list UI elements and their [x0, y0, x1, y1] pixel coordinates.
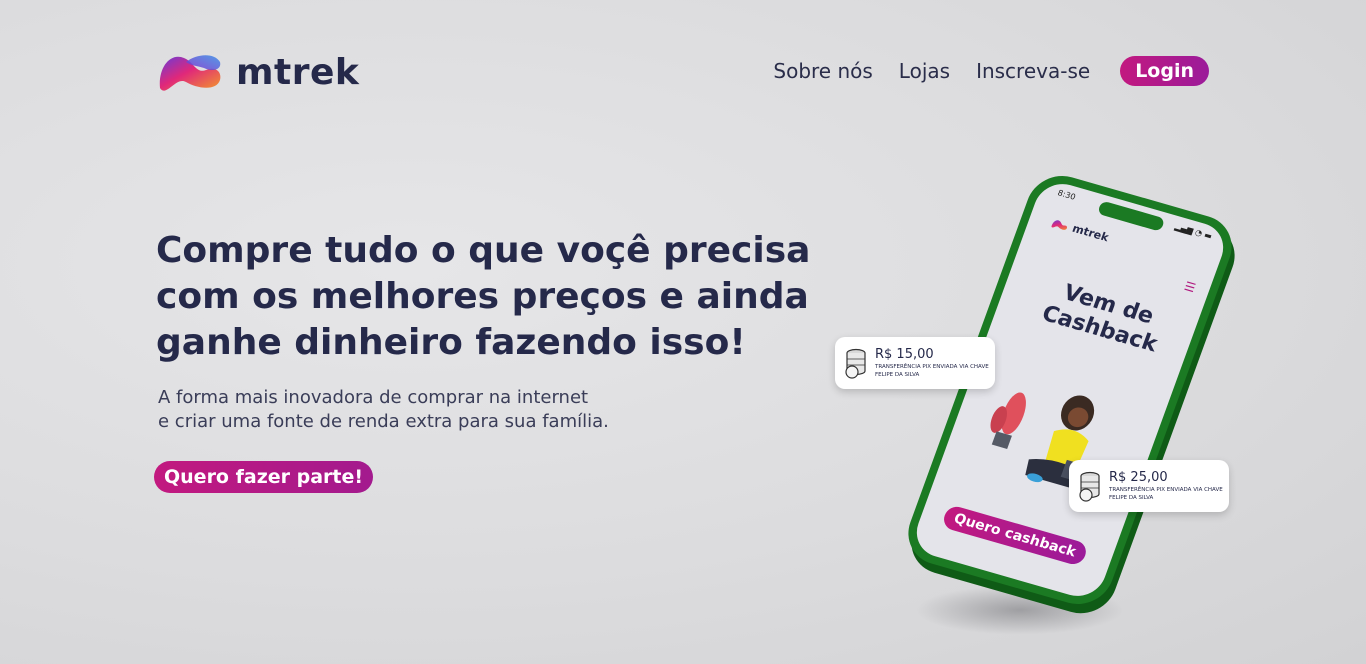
phone-screen-title: Vem de Cashback: [1038, 280, 1161, 358]
phone-logo-mark-icon: [1051, 219, 1068, 230]
hamburger-menu-icon: ☰: [1182, 278, 1198, 296]
nav-link-lojas[interactable]: Lojas: [899, 59, 950, 83]
hero-subtext: A forma mais inovadora de comprar na int…: [158, 386, 609, 434]
pix-notification-card: R$ 15,00 TRANSFERÊNCIA PIX ENVIADA VIA C…: [835, 337, 995, 389]
join-cta-button[interactable]: Quero fazer parte!: [154, 461, 374, 493]
status-icons: ▂▄▆ ◔ ▬: [1173, 221, 1214, 241]
main-nav: Sobre nós Lojas Inscreva-se Login: [773, 56, 1209, 86]
hero-subtext-line-1: A forma mais inovadora de comprar na int…: [158, 387, 589, 408]
brand-logo[interactable]: mtrek: [156, 48, 359, 96]
coin-stack-icon: [845, 348, 866, 379]
logo-mark-icon: [159, 55, 221, 91]
login-button[interactable]: Login: [1120, 56, 1209, 86]
phone-brand-logo: mtrek: [1049, 216, 1110, 244]
hero-headline: Compre tudo o que voçê precisa com os me…: [156, 230, 811, 363]
notification-body: R$ 15,00 TRANSFERÊNCIA PIX ENVIADA VIA C…: [875, 347, 993, 379]
phone-cashback-button: Quero cashback: [940, 504, 1090, 567]
hero-subtext-line-2: e criar uma fonte de renda extra para su…: [158, 411, 609, 432]
phone-brand-name: mtrek: [1070, 221, 1111, 245]
notification-description: TRANSFERÊNCIA PIX ENVIADA VIA CHAVE FELI…: [1109, 487, 1223, 501]
phone-notch: [1097, 200, 1166, 232]
pix-notification-card: R$ 25,00 TRANSFERÊNCIA PIX ENVIADA VIA C…: [1069, 460, 1229, 512]
notification-description: TRANSFERÊNCIA PIX ENVIADA VIA CHAVE FELI…: [875, 364, 989, 378]
phone-time: 8:30: [1056, 188, 1077, 202]
nav-link-inscreva-se[interactable]: Inscreva-se: [976, 59, 1090, 83]
coin-stack-icon: [1079, 471, 1100, 502]
brand-name: mtrek: [236, 51, 360, 93]
phone-screen: 8:30 ▂▄▆ ◔ ▬ mtrek ☰ Vem de Cashback Que…: [909, 177, 1231, 603]
notification-amount: R$ 25,00: [1109, 470, 1168, 485]
notification-body: R$ 25,00 TRANSFERÊNCIA PIX ENVIADA VIA C…: [1109, 470, 1227, 502]
nav-link-sobre-nos[interactable]: Sobre nós: [773, 59, 872, 83]
notification-amount: R$ 15,00: [875, 347, 934, 362]
phone-mockup: 8:30 ▂▄▆ ◔ ▬ mtrek ☰ Vem de Cashback Que…: [898, 167, 1242, 613]
